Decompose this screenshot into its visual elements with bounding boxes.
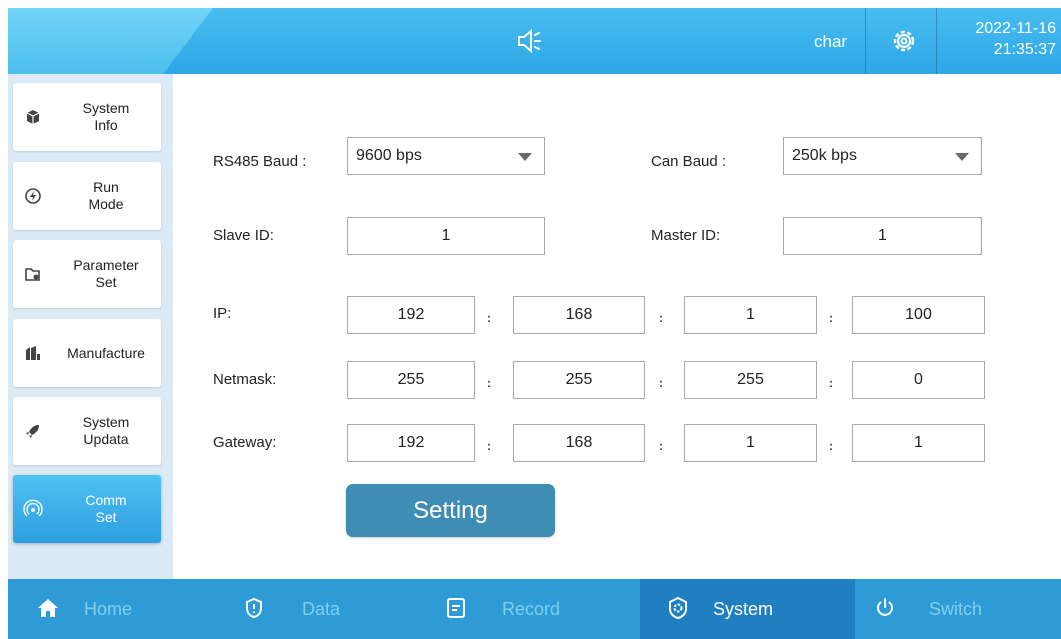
netmask-separator: : <box>829 376 833 390</box>
sidebar-item-label: Manufacture <box>67 344 145 361</box>
comm-settings-panel: RS485 Baud : 9600 bps Can Baud : 250k bp… <box>173 74 1061 579</box>
gateway-separator: : <box>487 439 491 453</box>
can-baud-label: Can Baud : <box>651 153 727 170</box>
datetime: 2022-11-16 21:35:37 <box>944 18 1056 60</box>
folder-gear-icon <box>25 268 40 281</box>
divider <box>865 8 866 74</box>
tab-data[interactable]: Data <box>218 579 428 639</box>
netmask-separator: : <box>487 376 491 390</box>
sidebar-item-label: Comm Set <box>85 492 127 525</box>
netmask-octet-2[interactable]: 255 <box>513 361 645 399</box>
gateway-octet-3[interactable]: 1 <box>684 424 817 462</box>
wireless-signal-icon <box>23 499 43 517</box>
sidebar-item-comm-set[interactable]: Comm Set <box>13 475 161 543</box>
tab-label: Record <box>502 599 561 619</box>
system-gear-icon <box>669 596 687 620</box>
ip-octet-1[interactable]: 192 <box>347 296 475 334</box>
master-id-input[interactable]: 1 <box>783 217 982 255</box>
gateway-octet-4[interactable]: 1 <box>852 424 985 462</box>
gateway-separator: : <box>659 439 663 453</box>
bottom-nav: Home Data Record System Switch <box>8 579 1061 639</box>
sidebar: System Info Run Mode Parameter Set Manuf… <box>8 74 173 579</box>
time-text: 21:35:37 <box>993 41 1056 58</box>
ip-separator: : <box>829 311 833 325</box>
tab-system[interactable]: System <box>640 579 855 639</box>
sidebar-item-label: System Updata <box>82 414 130 447</box>
home-icon <box>38 599 58 617</box>
rs485-baud-value: 9600 bps <box>356 147 422 164</box>
power-icon <box>877 598 893 616</box>
ip-octet-2[interactable]: 168 <box>513 296 645 334</box>
gateway-octet-2[interactable]: 168 <box>513 424 645 462</box>
rs485-baud-label: RS485 Baud : <box>213 153 307 170</box>
tab-label: System <box>713 599 774 619</box>
cube-icon <box>26 110 40 124</box>
sidebar-item-system-info[interactable]: System Info <box>13 83 161 151</box>
current-user: char <box>814 32 848 51</box>
ip-octet-4[interactable]: 100 <box>852 296 985 334</box>
sidebar-item-run-mode[interactable]: Run Mode <box>13 162 161 230</box>
sidebar-item-manufacture[interactable]: Manufacture <box>13 319 161 387</box>
chevron-down-icon <box>955 153 969 161</box>
ip-octet-3[interactable]: 1 <box>684 296 817 334</box>
setting-button[interactable]: Setting <box>346 484 555 537</box>
rs485-baud-select[interactable]: 9600 bps <box>347 137 545 175</box>
sidebar-item-system-updata[interactable]: System Updata <box>13 397 161 465</box>
slave-id-label: Slave ID: <box>213 227 274 244</box>
sidebar-item-label: System Info <box>82 100 130 133</box>
master-id-label: Master ID: <box>651 227 721 244</box>
netmask-separator: : <box>659 376 663 390</box>
netmask-octet-4[interactable]: 0 <box>852 361 985 399</box>
power-bolt-icon <box>25 188 41 204</box>
ip-label: IP: <box>213 305 232 322</box>
tab-label: Switch <box>929 599 983 619</box>
settings-gear-icon[interactable] <box>874 24 934 58</box>
date-text: 2022-11-16 <box>975 20 1056 37</box>
document-icon <box>447 598 465 618</box>
sidebar-item-label: Parameter Set <box>73 257 139 290</box>
tab-label: Home <box>84 599 133 619</box>
can-baud-value: 250k bps <box>792 147 857 164</box>
rocket-icon <box>26 425 39 438</box>
divider <box>936 8 937 74</box>
speaker-icon[interactable] <box>516 28 544 54</box>
top-bar: char 2022-11-16 21:35:37 <box>8 8 1061 74</box>
tab-switch[interactable]: Switch <box>855 579 1061 639</box>
can-baud-select[interactable]: 250k bps <box>783 137 982 175</box>
sidebar-item-label: Run Mode <box>88 179 124 212</box>
shield-alert-icon <box>246 597 262 619</box>
gateway-label: Gateway: <box>213 434 277 451</box>
tab-label: Data <box>302 599 341 619</box>
slave-id-input[interactable]: 1 <box>347 217 545 255</box>
gateway-octet-1[interactable]: 192 <box>347 424 475 462</box>
header-accent <box>8 8 213 74</box>
netmask-octet-1[interactable]: 255 <box>347 361 475 399</box>
ip-separator: : <box>659 311 663 325</box>
ip-separator: : <box>487 311 491 325</box>
netmask-octet-3[interactable]: 255 <box>684 361 817 399</box>
tab-home[interactable]: Home <box>8 579 218 639</box>
gateway-separator: : <box>829 439 833 453</box>
sidebar-item-parameter-set[interactable]: Parameter Set <box>13 240 161 308</box>
tab-record[interactable]: Record <box>428 579 640 639</box>
chevron-down-icon <box>518 153 532 161</box>
factory-icon <box>26 346 40 360</box>
netmask-label: Netmask: <box>213 371 277 388</box>
